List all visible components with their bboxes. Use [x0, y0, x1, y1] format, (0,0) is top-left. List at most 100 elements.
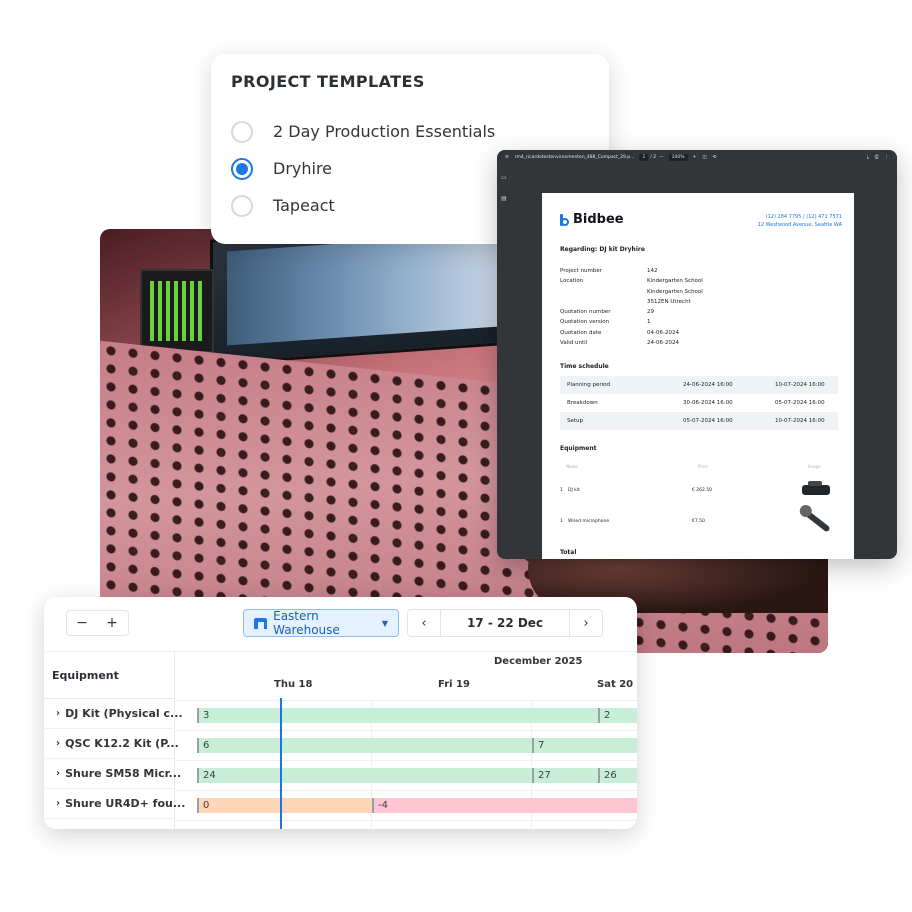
equipment-row-dj-kit[interactable]: › DJ Kit (Physical c... [44, 699, 183, 729]
microphone-image [803, 509, 831, 533]
grid-line [174, 760, 637, 761]
day-label: Fri 19 [438, 679, 470, 690]
chevron-right-icon[interactable]: › [56, 798, 60, 809]
equipment-header: Equipment [44, 651, 174, 699]
equip-price: €7.50 [692, 518, 705, 524]
warehouse-select[interactable]: Eastern Warehouse ▼ [243, 609, 399, 637]
schedule-start: 30-06-2024 16:00 [683, 400, 733, 406]
outline-icon[interactable]: ▤ [501, 195, 511, 202]
grid-line [174, 730, 637, 731]
schedule-row: Planning period 24-06-2024 16:00 10-07-2… [560, 376, 838, 394]
equip-head-image: Image [808, 464, 821, 469]
detail-value: 24-06-2024 [647, 340, 679, 347]
availability-bar[interactable]: 24 [197, 768, 532, 783]
radio-selected[interactable] [231, 157, 253, 180]
planner-toolbar: − + Eastern Warehouse ▼ ‹ 17 - 22 Dec › [44, 597, 637, 651]
shortage-bar[interactable]: -4 [372, 798, 637, 813]
detail-key: Quotation date [560, 329, 602, 336]
pdf-page-input[interactable]: 1 [639, 153, 649, 161]
regarding-line: Regarding: DJ kit Dryhire [560, 246, 645, 253]
contact-phone: (12) 284 7795 / (12) 471 7571 [765, 214, 842, 220]
detail-key [560, 299, 647, 309]
equipment-row: 1 Wired microphone €7.50 [560, 509, 838, 533]
studio-monitor [210, 229, 516, 366]
next-period-button[interactable]: › [569, 609, 603, 637]
template-option-label: Tapeact [273, 196, 335, 215]
availability-bar[interactable]: 27 [532, 768, 598, 783]
detail-value: 04-06-2024 [647, 329, 679, 336]
pdf-zoom-level[interactable]: 100% [668, 153, 688, 161]
equipment-row: 1 DJ kit € 262.50 [560, 480, 838, 500]
equip-name: DJ kit [568, 487, 580, 493]
detail-value: 1 [647, 319, 651, 326]
zoom-out-button[interactable]: − [66, 610, 98, 636]
time-schedule-title: Time schedule [560, 363, 609, 370]
schedule-start: 24-06-2024 16:00 [683, 382, 733, 388]
current-time-indicator [280, 698, 282, 829]
brand-name: Bidbee [573, 212, 624, 227]
warehouse-icon [254, 617, 268, 629]
equipment-title: Equipment [560, 445, 597, 452]
schedule-name: Breakdown [567, 400, 598, 406]
equipment-name: QSC K12.2 Kit (P... [65, 737, 179, 750]
equip-qty: 1 [560, 487, 563, 493]
time-schedule-table: Planning period 24-06-2024 16:00 10-07-2… [560, 376, 838, 430]
availability-bar[interactable]: 6 [197, 738, 532, 753]
schedule-name: Setup [567, 418, 584, 424]
chevron-right-icon[interactable]: › [56, 708, 60, 719]
equip-head-price: Price [698, 464, 708, 469]
grid-line [174, 790, 637, 791]
level-meter [140, 269, 214, 353]
chevron-right-icon[interactable]: › [56, 738, 60, 749]
equip-price: € 262.50 [692, 487, 713, 493]
radio-unselected[interactable] [231, 120, 253, 143]
day-label: Thu 18 [274, 679, 313, 690]
equipment-column: Equipment › DJ Kit (Physical c... › QSC … [44, 651, 185, 829]
prev-period-button[interactable]: ‹ [407, 609, 441, 637]
download-icon[interactable]: ⤓ [867, 154, 869, 160]
date-range[interactable]: 17 - 22 Dec [441, 609, 569, 637]
availability-bar[interactable]: 0 [197, 798, 372, 813]
availability-bar[interactable]: 2 [598, 708, 637, 723]
availability-bar[interactable]: 26 [598, 768, 637, 783]
availability-bar[interactable]: 3 [197, 708, 598, 723]
detail-key: Location [560, 278, 584, 285]
timeline: December 2025 Thu 18 Fri 19 Sat 20 3 2 6… [174, 651, 637, 829]
pdf-viewer: ≡ rm4_ricardotestenvironmenten_488_Compa… [497, 150, 897, 559]
monitor-screen [227, 232, 499, 346]
pdf-toolbar: ≡ rm4_ricardotestenvironmenten_488_Compa… [497, 150, 897, 164]
detail-key: Quotation version [560, 319, 610, 326]
zoom-out-button[interactable]: — [659, 155, 664, 160]
month-label: December 2025 [494, 656, 583, 667]
rotate-icon[interactable]: ⟲ [713, 155, 717, 160]
detail-value: 142 [647, 268, 658, 274]
availability-bar[interactable]: 7 [532, 738, 637, 753]
day-label: Sat 20 [597, 679, 634, 690]
equipment-name: Shure SM58 Micr... [65, 767, 182, 780]
zoom-in-button[interactable]: + [96, 610, 129, 636]
thumbnail-icon[interactable]: ▭ [501, 174, 511, 181]
radio-unselected[interactable] [231, 194, 253, 217]
equipment-row-qsc[interactable]: › QSC K12.2 Kit (P... [44, 729, 179, 759]
warehouse-label: Eastern Warehouse [273, 609, 340, 637]
grid-line [174, 700, 637, 701]
detail-key: Valid until [560, 340, 588, 347]
detail-key: Quotation number [560, 309, 611, 316]
print-icon[interactable]: ⎙ [875, 154, 879, 160]
template-option-label: 2 Day Production Essentials [273, 122, 496, 141]
template-option-2day[interactable]: 2 Day Production Essentials [231, 113, 589, 150]
more-icon[interactable]: ⋮ [885, 155, 890, 160]
equipment-row-sm58[interactable]: › Shure SM58 Micr... [44, 759, 181, 789]
equipment-name: Shure UR4D+ fou... [65, 797, 186, 810]
zoom-in-button[interactable]: + [693, 155, 697, 160]
chevron-right-icon[interactable]: › [56, 768, 60, 779]
equipment-row-ur4d[interactable]: › Shure UR4D+ fou... [44, 789, 185, 819]
detail-value: Kindergarten School [647, 288, 703, 295]
fit-page-icon[interactable]: ◫ [702, 155, 706, 160]
schedule-row: Breakdown 30-06-2024 16:00 05-07-2024 16… [560, 394, 838, 412]
bidbee-logo: Bidbee [560, 212, 624, 227]
pdf-page: Bidbee (12) 284 7795 / (12) 471 7571 12 … [542, 193, 854, 559]
schedule-end: 05-07-2024 16:00 [775, 400, 825, 406]
menu-icon[interactable]: ≡ [505, 155, 509, 160]
project-templates-title: PROJECT TEMPLATES [231, 72, 425, 91]
